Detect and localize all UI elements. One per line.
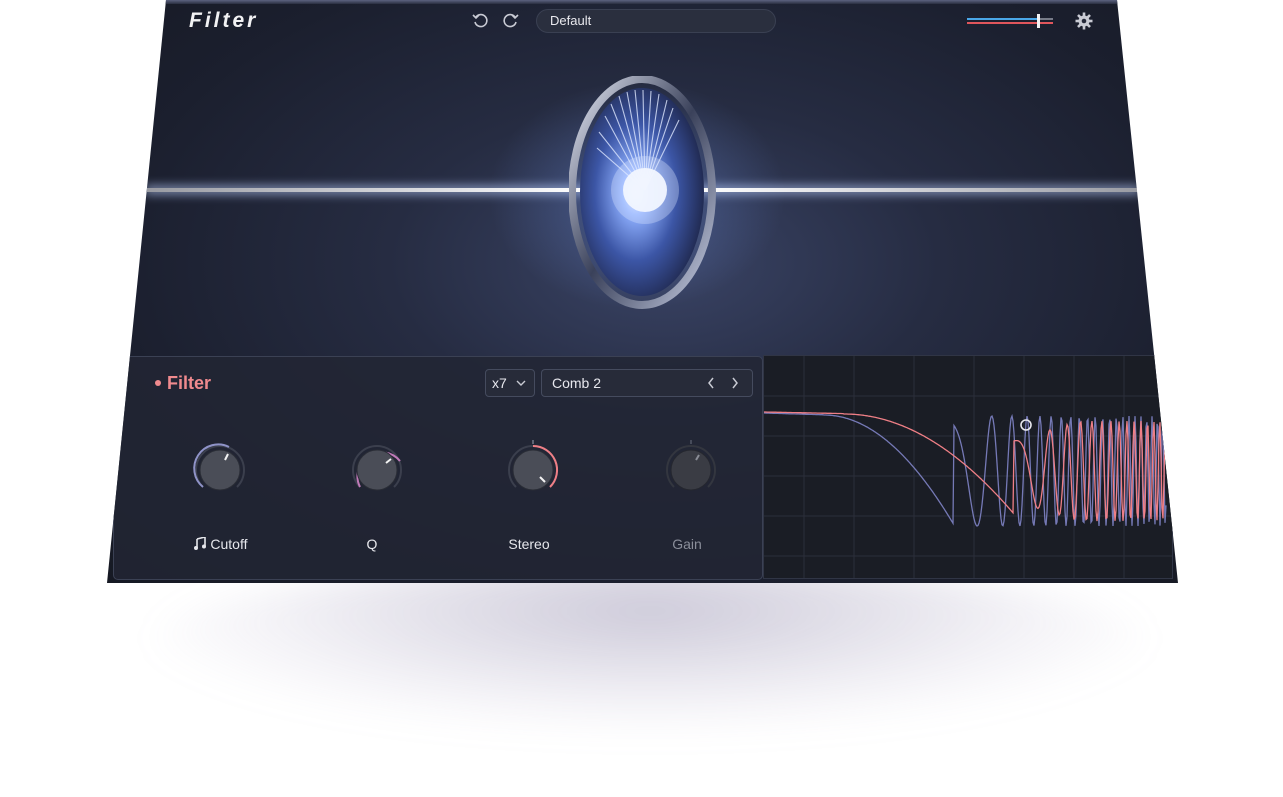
gain-knob[interactable]	[660, 439, 722, 501]
output-meter[interactable]	[967, 14, 1053, 30]
plugin-window: Filter Default Filter x7 Comb 2 Cutoff Q…	[107, 0, 1178, 583]
cutoff-text: Cutoff	[210, 536, 248, 552]
prev-mode-icon[interactable]	[706, 370, 716, 405]
multiplier-select[interactable]: x7	[485, 369, 535, 397]
response-curves	[764, 356, 1172, 578]
multiplier-value: x7	[492, 375, 507, 391]
app-title: Filter	[189, 9, 259, 32]
preset-selector[interactable]: Default	[536, 9, 776, 33]
gear-icon[interactable]	[1074, 11, 1094, 31]
filter-mode-value: Comb 2	[552, 375, 602, 391]
module-enabled-dot[interactable]	[155, 380, 161, 386]
lens-graphic	[569, 76, 716, 309]
stereo-knob[interactable]	[502, 439, 564, 501]
next-mode-icon[interactable]	[730, 370, 740, 405]
filter-mode-select[interactable]: Comb 2	[541, 369, 753, 397]
q-knob[interactable]	[346, 439, 408, 501]
cutoff-knob[interactable]	[189, 439, 251, 501]
cutoff-label: Cutoff	[160, 535, 280, 553]
q-label: Q	[366, 536, 378, 552]
chevron-down-icon	[516, 370, 526, 405]
window-shadow	[150, 560, 1150, 730]
frequency-response-graph[interactable]	[763, 355, 1173, 579]
module-title: Filter	[167, 373, 212, 393]
gain-label: Gain	[672, 536, 702, 552]
music-note-icon	[193, 535, 207, 553]
redo-icon[interactable]	[500, 10, 520, 30]
stereo-label: Stereo	[508, 536, 550, 552]
undo-icon[interactable]	[471, 10, 491, 30]
